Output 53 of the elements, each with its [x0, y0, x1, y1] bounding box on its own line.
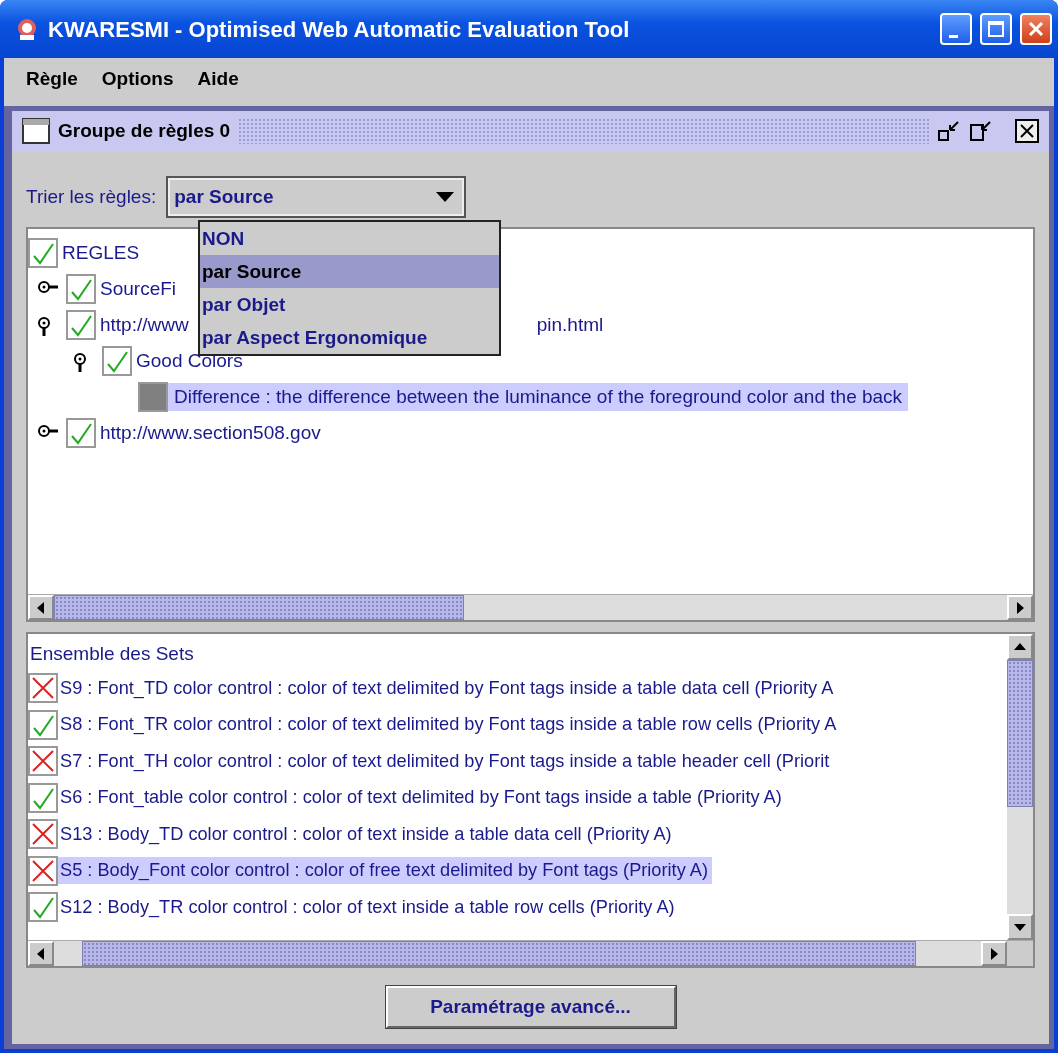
- scroll-left-button[interactable]: [28, 941, 54, 966]
- menu-item[interactable]: Aide: [197, 64, 239, 94]
- minimize-button[interactable]: [940, 13, 972, 45]
- scroll-left-button[interactable]: [28, 595, 54, 620]
- scrollbar[interactable]: [28, 940, 1033, 966]
- list-item[interactable]: S5 : Body_Font color control : color of free text delimited by Font tags (Priority A): [58, 857, 712, 885]
- tree-node-label[interactable]: Difference : the difference between the luminance of the foreground color and the back: [168, 382, 909, 412]
- maximize-button[interactable]: [980, 13, 1012, 45]
- scroll-right-button[interactable]: [1007, 595, 1033, 620]
- scroll-up-button[interactable]: [1007, 634, 1033, 660]
- maximize-icon: [987, 20, 1005, 38]
- scrollbar[interactable]: [1007, 634, 1033, 940]
- frame-title: Groupe de règles 0: [58, 118, 231, 143]
- left-arrow-icon: [37, 601, 45, 614]
- left-arrow-icon: [37, 947, 45, 960]
- window-icon: [22, 118, 50, 144]
- caret-icon: [436, 192, 455, 202]
- list-item[interactable]: S12 : Body_TR color control : color of text inside a table row cells (Priority A): [58, 893, 679, 921]
- right-arrow-icon: [1016, 601, 1024, 614]
- list-item[interactable]: S9 : Font_TD color control : color of text delimited by Font tags inside a table data cell (Priority A: [58, 674, 838, 702]
- maximize-icon[interactable]: [969, 119, 993, 143]
- sort-dropdown[interactable]: par Source: [166, 176, 467, 218]
- up-arrow-icon: [1014, 643, 1026, 651]
- down-arrow-icon: [1014, 923, 1026, 931]
- close-button[interactable]: [1020, 13, 1052, 45]
- tree-node-label[interactable]: http://www: [96, 310, 193, 340]
- advanced-settings-button[interactable]: Paramétrage avancé...: [385, 986, 676, 1028]
- close-icon: [1027, 20, 1045, 38]
- list-item[interactable]: S6 : Font_table color control : color of text delimited by Font tags inside a table (Priority A): [58, 784, 786, 812]
- menu-item[interactable]: Options: [101, 64, 174, 94]
- tree-node-label[interactable]: http://www.section508.gov: [96, 418, 325, 448]
- list-item[interactable]: S13 : Body_TD color control : color of text inside a table data cell (Priority A): [58, 820, 676, 848]
- scrollbar-corner: [1007, 941, 1033, 966]
- window-title: KWARESMI - Optimised Web Automatic Evaluation Tool: [48, 15, 631, 44]
- tree-node-label[interactable]: pin.html: [532, 310, 608, 340]
- scroll-down-button[interactable]: [1007, 914, 1033, 940]
- scrollbar[interactable]: [28, 594, 1033, 620]
- minimize-icon: [949, 34, 958, 38]
- sort-label: Trier les règles:: [26, 184, 157, 209]
- list-item[interactable]: S7 : Font_TH color control : color of text delimited by Font tags inside a table header cell (Priorit: [58, 747, 834, 775]
- dropdown-option[interactable]: par Aspect Ergonomique: [200, 321, 499, 354]
- scroll-right-button[interactable]: [981, 941, 1007, 966]
- dropdown-option[interactable]: par Objet: [200, 288, 499, 321]
- menu-item[interactable]: Règle: [26, 64, 78, 94]
- dropdown-option[interactable]: NON: [200, 222, 499, 255]
- tree-node-label[interactable]: SourceFi: [96, 274, 181, 304]
- list-item[interactable]: S8 : Font_TR color control : color of text delimited by Font tags inside a table row cells (Priority A: [58, 711, 841, 739]
- tree-node-label[interactable]: REGLES: [58, 238, 144, 268]
- dropdown-option[interactable]: par Source: [200, 255, 499, 288]
- right-arrow-icon: [990, 947, 998, 960]
- list-title: Ensemble des Sets: [29, 642, 195, 666]
- minimize-icon[interactable]: [937, 119, 961, 143]
- close-icon[interactable]: [1015, 119, 1039, 143]
